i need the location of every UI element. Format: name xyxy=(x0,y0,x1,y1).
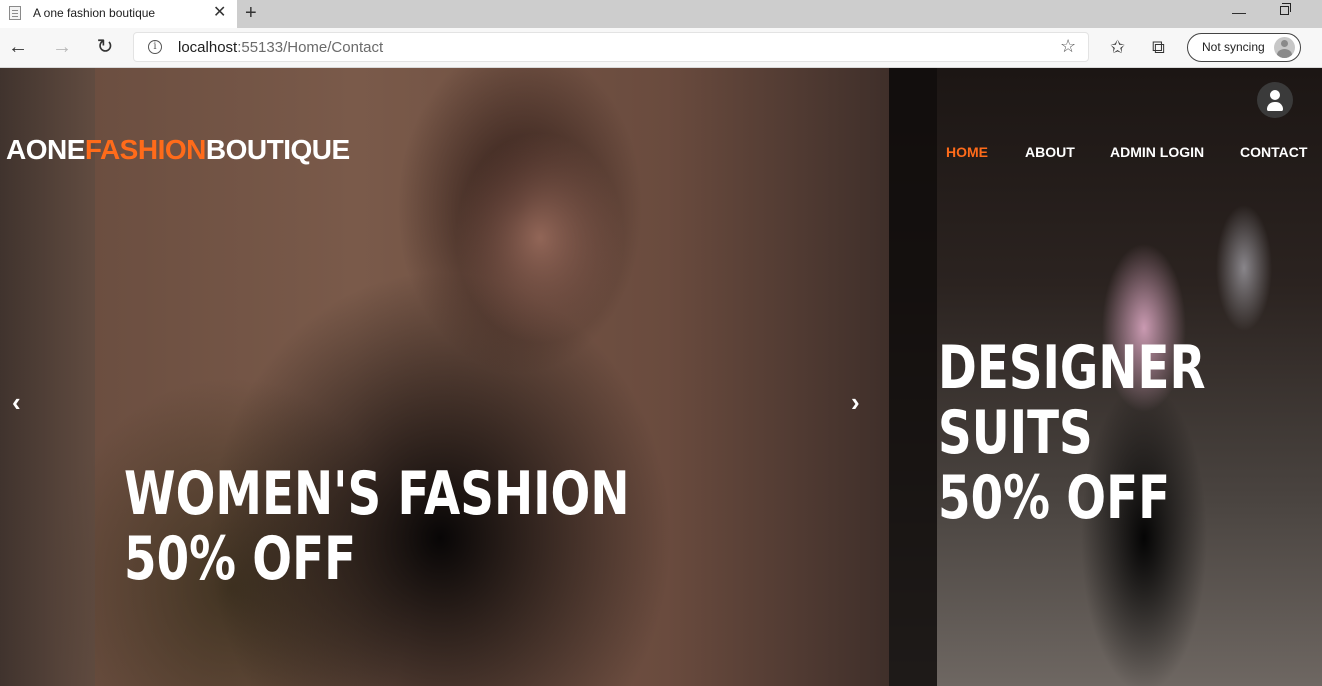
caption-line: DESIGNER xyxy=(938,333,1206,403)
carousel-next-icon[interactable]: › xyxy=(851,388,860,416)
favorite-star-icon[interactable]: ☆ xyxy=(1060,36,1076,57)
user-account-icon[interactable] xyxy=(1257,82,1293,118)
collections-icon[interactable]: ⧉ xyxy=(1152,36,1165,58)
close-tab-icon[interactable]: ✕ xyxy=(213,3,226,23)
carousel-prev-icon[interactable]: ‹ xyxy=(12,388,21,416)
browser-tab-strip: A one fashion boutique ✕ + — xyxy=(0,0,1322,28)
slide-caption-womens-fashion: WOMEN'S FASHION 50% OFF xyxy=(124,462,630,592)
refresh-icon[interactable]: ↻ xyxy=(93,34,117,60)
profile-sync-button[interactable]: Not syncing xyxy=(1187,33,1301,62)
minimize-window-icon[interactable]: — xyxy=(1232,0,1246,24)
browser-tab[interactable]: A one fashion boutique ✕ xyxy=(0,0,237,28)
site-logo[interactable]: AONEFASHIONBOUTIQUE xyxy=(6,134,350,166)
page-icon xyxy=(9,6,21,20)
browser-toolbar: ← → ↻ i localhost:55133/Home/Contact ☆ ✩… xyxy=(0,28,1322,68)
address-bar[interactable]: i localhost:55133/Home/Contact ☆ xyxy=(133,32,1089,62)
nav-home[interactable]: HOME xyxy=(946,144,988,160)
slide-caption-designer-suits: DESIGNER SUITS 50% OFF xyxy=(938,336,1206,530)
tab-title: A one fashion boutique xyxy=(33,6,156,20)
hero-carousel: AONEFASHIONBOUTIQUE HOME ABOUT ADMIN LOG… xyxy=(0,68,1322,686)
url-text[interactable]: localhost:55133/Home/Contact xyxy=(178,39,383,56)
caption-line: 50% OFF xyxy=(124,523,357,594)
caption-line: SUITS xyxy=(938,397,1093,468)
sync-status-label: Not syncing xyxy=(1202,40,1265,54)
restore-window-icon[interactable] xyxy=(1280,3,1291,15)
nav-contact[interactable]: CONTACT xyxy=(1240,144,1307,160)
forward-icon[interactable]: → xyxy=(50,34,74,60)
profile-avatar-icon xyxy=(1274,37,1295,58)
favorites-icon[interactable]: ✩ xyxy=(1110,36,1125,58)
back-icon[interactable]: ← xyxy=(6,34,30,60)
new-tab-icon[interactable]: + xyxy=(245,1,257,25)
caption-line: WOMEN'S FASHION xyxy=(124,459,630,529)
nav-admin-login[interactable]: ADMIN LOGIN xyxy=(1110,144,1204,160)
nav-about[interactable]: ABOUT xyxy=(1025,144,1075,160)
site-info-icon[interactable]: i xyxy=(148,40,162,54)
caption-line: 50% OFF xyxy=(938,462,1171,533)
